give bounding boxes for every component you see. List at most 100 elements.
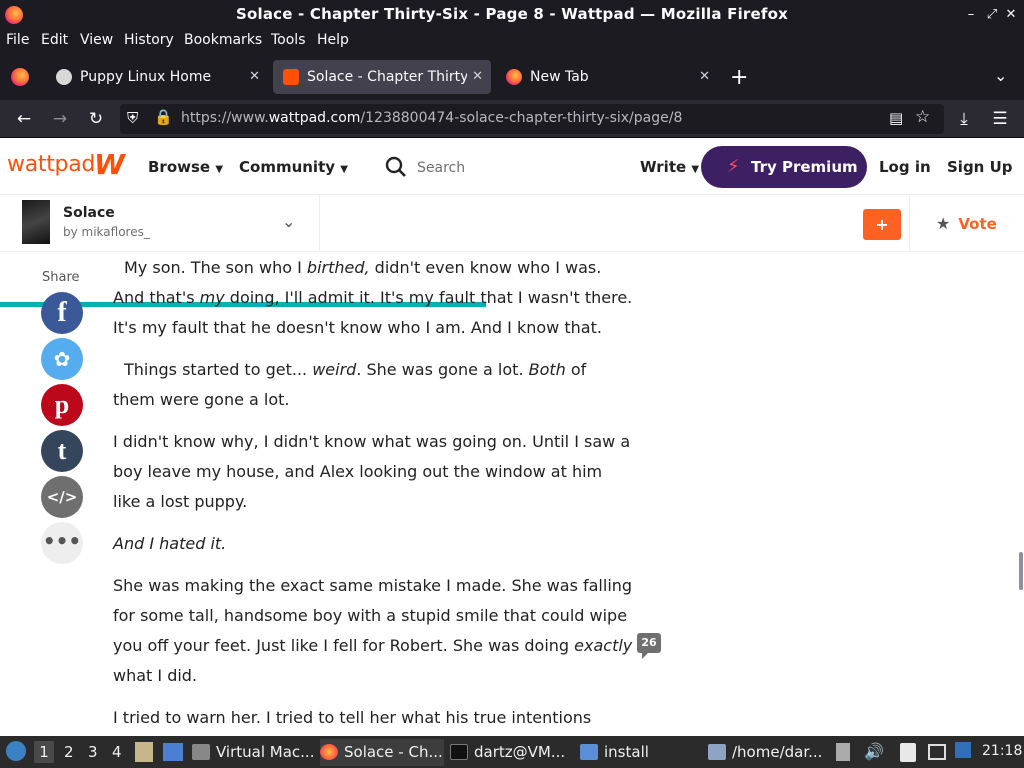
write-menu[interactable]: Write ▼: [640, 158, 699, 176]
wattpad-favicon-icon: [283, 69, 299, 85]
browse-menu[interactable]: Browse ▼: [148, 158, 223, 176]
tray-item-icon[interactable]: [836, 743, 850, 761]
virtualbox-icon: [192, 744, 210, 760]
taskbar-firefox[interactable]: Solace - Ch...: [320, 739, 444, 766]
close-tab-icon[interactable]: ✕: [249, 60, 260, 94]
story-paragraph: And I hated it.: [113, 534, 227, 553]
tab-label: Solace - Chapter Thirty-Si: [307, 69, 467, 85]
reader-view-icon[interactable]: ▤: [889, 109, 903, 127]
menu-help[interactable]: Help: [317, 32, 349, 48]
window-titlebar: Solace - Chapter Thirty-Six - Page 8 - W…: [0, 0, 1024, 30]
minimize-icon[interactable]: –: [962, 6, 980, 24]
search-icon[interactable]: [385, 156, 407, 178]
app-menu-icon[interactable]: ☰: [989, 108, 1011, 130]
story-title[interactable]: Solace: [63, 205, 115, 221]
story-author[interactable]: by mikaflores_: [63, 225, 150, 239]
search-input[interactable]: Search: [417, 160, 465, 176]
bookmark-star-icon[interactable]: ☆: [915, 107, 930, 127]
premium-label: Try Premium: [751, 158, 858, 176]
workspace-4[interactable]: 4: [112, 743, 122, 761]
taskbar-terminal[interactable]: dartz@VM...: [450, 739, 574, 766]
wattpad-logo[interactable]: wattpad: [7, 152, 95, 177]
story-paragraph: She was making the exact same mistake I …: [113, 576, 633, 685]
tab-puppy-linux[interactable]: Puppy Linux Home ✕: [46, 60, 268, 94]
share-label: Share: [42, 270, 80, 285]
tumblr-share-icon[interactable]: t: [41, 430, 83, 472]
navigation-toolbar: ← → ↻ ⛨ 🔒 https://www.wattpad.com/123880…: [0, 100, 1024, 138]
inline-comment-count[interactable]: 26: [637, 633, 661, 659]
reload-icon[interactable]: ↻: [85, 108, 107, 130]
editor-icon: [708, 744, 726, 760]
back-icon[interactable]: ←: [13, 108, 35, 130]
signup-link[interactable]: Sign Up: [947, 158, 1013, 176]
more-options-icon[interactable]: •••: [41, 522, 83, 564]
menu-view[interactable]: View: [80, 32, 113, 48]
wattpad-w-logo-icon[interactable]: W: [94, 148, 125, 181]
menu-tools[interactable]: Tools: [271, 32, 306, 48]
add-to-list-button[interactable]: +: [863, 209, 901, 240]
web-page: wattpad W Browse ▼ Community ▼ Search Wr…: [0, 139, 1024, 736]
firefox-icon: [320, 744, 338, 760]
downloads-icon[interactable]: ⤓: [953, 108, 975, 130]
story-paragraph: My son. The son who I birthed, didn't ev…: [113, 258, 633, 337]
taskbar-install[interactable]: install: [580, 739, 704, 766]
vote-button[interactable]: ★ Vote: [936, 214, 997, 233]
story-paragraph: Things started to get... weird. She was …: [113, 360, 587, 409]
story-bar: Solace by mikaflores_ ⌄ + ★ Vote: [0, 195, 1024, 307]
start-menu-icon[interactable]: [6, 741, 26, 761]
tab-solace[interactable]: Solace - Chapter Thirty-Si ✕: [273, 60, 491, 94]
scrollbar[interactable]: [1019, 552, 1023, 590]
lightning-icon: ⚡: [727, 156, 740, 177]
tab-label: New Tab: [530, 69, 589, 85]
story-cover-image[interactable]: [22, 200, 50, 244]
show-desktop-icon[interactable]: [163, 743, 183, 761]
tab-new-tab[interactable]: New Tab ✕: [496, 60, 718, 94]
volume-icon[interactable]: 🔊: [864, 742, 884, 761]
story-paragraph: I didn't know why, I didn't know what wa…: [113, 432, 631, 511]
close-tab-icon[interactable]: ✕: [699, 60, 710, 94]
community-menu[interactable]: Community ▼: [239, 158, 348, 176]
tracking-shield-icon[interactable]: ⛨: [127, 109, 138, 127]
menu-bookmarks[interactable]: Bookmarks: [184, 32, 262, 48]
firefox-view-icon[interactable]: [11, 68, 29, 86]
window-title: Solace - Chapter Thirty-Six - Page 8 - W…: [236, 5, 788, 23]
embed-code-icon[interactable]: </>: [41, 476, 83, 518]
story-text: My son. The son who I birthed, didn't ev…: [113, 253, 633, 736]
menu-file[interactable]: File: [6, 32, 29, 48]
clipboard-icon[interactable]: [900, 743, 916, 762]
tray-app-icon[interactable]: [955, 742, 971, 758]
taskbar: 1 2 3 4 Virtual Mac... Solace - Ch... da…: [0, 736, 1024, 768]
login-link[interactable]: Log in: [879, 158, 931, 176]
divider: [319, 195, 320, 251]
facebook-share-icon[interactable]: f: [41, 292, 83, 334]
url-text[interactable]: https://www.wattpad.com/1238800474-solac…: [181, 110, 682, 126]
taskbar-home-folder[interactable]: /home/dar...: [708, 739, 832, 766]
file-manager-icon[interactable]: [135, 742, 153, 762]
close-tab-icon[interactable]: ✕: [472, 60, 483, 94]
list-all-tabs-icon[interactable]: ⌄: [994, 66, 1007, 85]
chevron-down-icon[interactable]: ⌄: [282, 212, 295, 231]
tab-label: Puppy Linux Home: [80, 69, 212, 85]
close-window-icon[interactable]: ✕: [1002, 6, 1020, 24]
workspace-3[interactable]: 3: [88, 743, 98, 761]
site-header: wattpad W Browse ▼ Community ▼ Search Wr…: [0, 139, 1024, 195]
pinterest-share-icon[interactable]: p: [41, 384, 83, 426]
menu-history[interactable]: History: [124, 32, 174, 48]
lock-icon[interactable]: 🔒: [154, 108, 173, 126]
network-icon[interactable]: [928, 744, 946, 760]
taskbar-virtualbox[interactable]: Virtual Mac...: [192, 739, 316, 766]
divider: [909, 195, 910, 251]
try-premium-button[interactable]: ⚡ Try Premium: [701, 146, 867, 188]
menu-bar: File Edit View History Bookmarks Tools H…: [0, 30, 1024, 52]
folder-icon: [580, 744, 598, 760]
new-tab-icon[interactable]: +: [730, 65, 748, 90]
clock: 21:18: [982, 743, 1023, 759]
forward-icon[interactable]: →: [49, 108, 71, 130]
twitter-share-icon[interactable]: ✿: [41, 338, 83, 380]
menu-edit[interactable]: Edit: [41, 32, 68, 48]
url-bar[interactable]: ⛨ 🔒 https://www.wattpad.com/1238800474-s…: [120, 104, 944, 134]
maximize-icon[interactable]: ⤢: [983, 6, 1001, 24]
workspace-2[interactable]: 2: [64, 743, 74, 761]
workspace-1[interactable]: 1: [34, 741, 54, 763]
star-icon: ★: [936, 214, 951, 233]
